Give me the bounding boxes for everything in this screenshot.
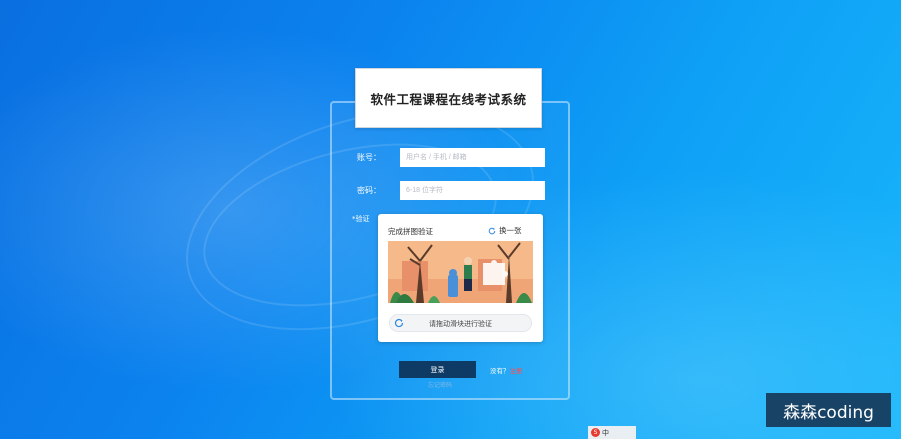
captcha-image (388, 241, 533, 303)
account-label: 账号： (357, 153, 381, 162)
password-input[interactable] (400, 181, 545, 200)
register-prefix: 没有？ (490, 367, 510, 375)
password-label: 密码： (357, 186, 381, 195)
title-card: 软件工程课程在线考试系统 (355, 68, 542, 128)
login-button[interactable]: 登录 (399, 361, 476, 378)
register-link[interactable]: 注册 (510, 367, 523, 375)
watermark-text: 森森coding (783, 402, 874, 423)
account-input[interactable] (400, 148, 545, 167)
sogou-icon[interactable]: S (591, 428, 600, 437)
refresh-icon (488, 227, 496, 234)
captcha-label: *验证 (352, 215, 370, 223)
page-title: 软件工程课程在线考试系统 (370, 91, 527, 107)
register-hint: 没有？注册 (490, 365, 523, 375)
captcha-slider[interactable]: 请拖动滑块进行验证 (389, 314, 532, 332)
ime-mode-indicator[interactable]: 中 (602, 428, 609, 438)
captcha-heading: 完成拼图验证 (388, 227, 433, 236)
ime-tray: S 中 (588, 426, 636, 439)
watermark: 森森coding (766, 393, 891, 427)
captcha-refresh-button[interactable]: 换一张 (488, 225, 522, 236)
captcha-panel: 完成拼图验证 换一张 请拖动滑块进行验证 (378, 214, 543, 342)
slider-instruction: 请拖动滑块进行验证 (429, 320, 492, 328)
forgot-password-link[interactable]: 忘记密码 (428, 380, 452, 389)
captcha-refresh-label: 换一张 (499, 226, 522, 235)
